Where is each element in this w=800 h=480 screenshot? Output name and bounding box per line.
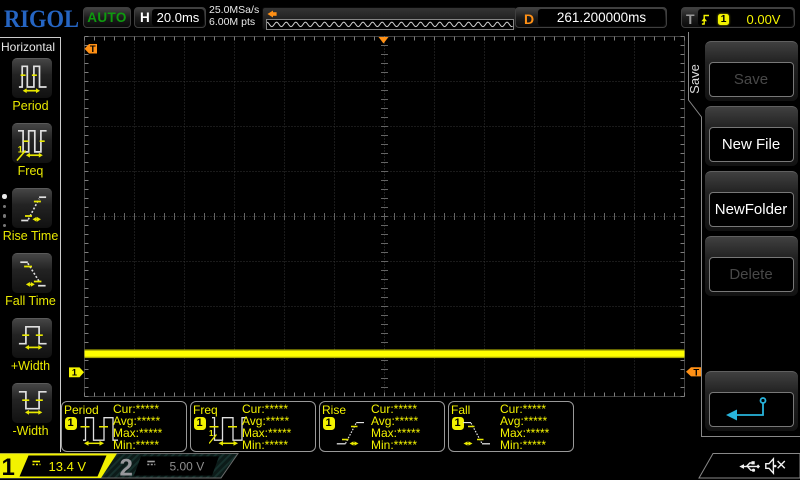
svg-text:2: 2	[120, 455, 133, 480]
svg-text:T: T	[90, 44, 96, 55]
svg-text:1: 1	[72, 368, 78, 379]
svg-text:13.4 V: 13.4 V	[49, 459, 87, 474]
svg-text:1: 1	[2, 454, 15, 480]
svg-text:1: 1	[18, 145, 23, 155]
svg-text:1: 1	[209, 429, 214, 438]
svg-text:5.00 V: 5.00 V	[170, 460, 205, 474]
